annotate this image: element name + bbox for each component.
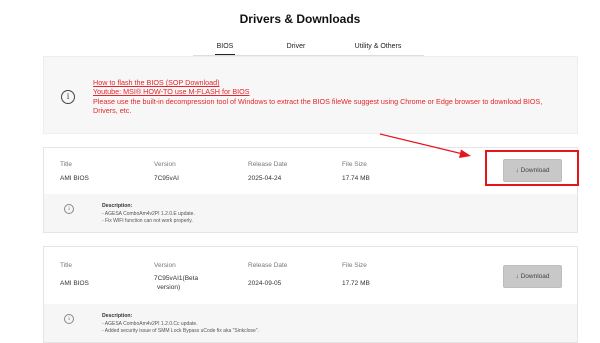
annotation-arrow-icon bbox=[379, 133, 471, 158]
